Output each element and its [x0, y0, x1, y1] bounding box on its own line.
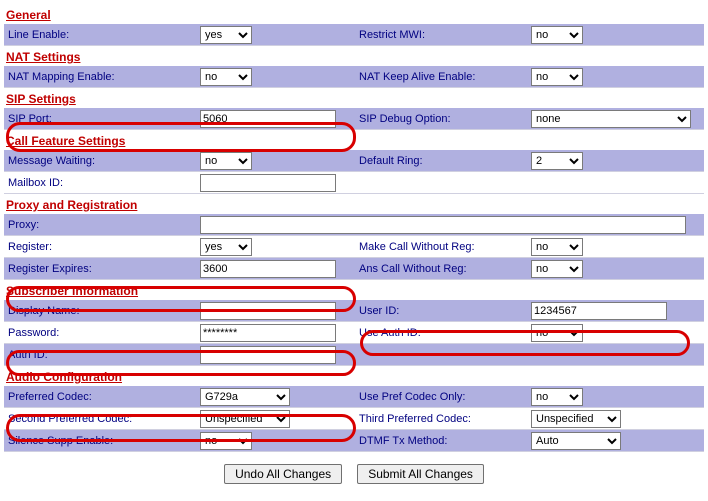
input-user-id[interactable] [531, 302, 667, 320]
label-use-pref-only: Use Pref Codec Only: [355, 391, 531, 403]
section-sip: SIP Settings [4, 88, 704, 108]
input-password[interactable] [200, 324, 336, 342]
select-second-codec[interactable]: Unspecified [200, 410, 290, 428]
label-second-codec: Second Preferred Codec: [4, 413, 200, 425]
row-nat-mapping: NAT Mapping Enable: no NAT Keep Alive En… [4, 66, 704, 88]
input-auth-id[interactable] [200, 346, 336, 364]
select-nat-keepalive[interactable]: no [531, 68, 583, 86]
label-line-enable: Line Enable: [4, 29, 200, 41]
row-sip-port: SIP Port: SIP Debug Option: none [4, 108, 704, 130]
undo-button[interactable]: Undo All Changes [224, 464, 342, 484]
select-third-codec[interactable]: Unspecified [531, 410, 621, 428]
row-auth-id: Auth ID: [4, 344, 704, 366]
row-password: Password: Use Auth ID: no [4, 322, 704, 344]
row-mailbox-id: Mailbox ID: [4, 172, 704, 194]
select-use-auth-id[interactable]: no [531, 324, 583, 342]
select-ans-call-noreg[interactable]: no [531, 260, 583, 278]
label-register: Register: [4, 241, 200, 253]
select-use-pref-only[interactable]: no [531, 388, 583, 406]
label-display-name: Display Name: [4, 305, 200, 317]
section-proxy: Proxy and Registration [4, 194, 704, 214]
row-display-name: Display Name: User ID: [4, 300, 704, 322]
row-register-expires: Register Expires: Ans Call Without Reg: … [4, 258, 704, 280]
select-preferred-codec[interactable]: G729a [200, 388, 290, 406]
label-nat-keepalive: NAT Keep Alive Enable: [355, 71, 531, 83]
label-mailbox-id: Mailbox ID: [4, 177, 200, 189]
label-user-id: User ID: [355, 305, 531, 317]
select-sip-debug[interactable]: none [531, 110, 691, 128]
row-message-waiting: Message Waiting: no Default Ring: 2 [4, 150, 704, 172]
section-call-feature: Call Feature Settings [4, 130, 704, 150]
label-use-auth-id: Use Auth ID: [355, 327, 531, 339]
select-nat-mapping[interactable]: no [200, 68, 252, 86]
input-register-expires[interactable] [200, 260, 336, 278]
row-silence-supp: Silence Supp Enable: no DTMF Tx Method: … [4, 430, 704, 452]
row-second-codec: Second Preferred Codec: Unspecified Thir… [4, 408, 704, 430]
section-general: General [4, 4, 704, 24]
row-proxy: Proxy: [4, 214, 704, 236]
select-restrict-mwi[interactable]: no [531, 26, 583, 44]
label-make-call-noreg: Make Call Without Reg: [355, 241, 531, 253]
section-subscriber: Subscriber Information [4, 280, 704, 300]
label-preferred-codec: Preferred Codec: [4, 391, 200, 403]
label-message-waiting: Message Waiting: [4, 155, 200, 167]
select-silence-supp[interactable]: no [200, 432, 252, 450]
select-line-enable[interactable]: yes [200, 26, 252, 44]
submit-button[interactable]: Submit All Changes [357, 464, 484, 484]
select-message-waiting[interactable]: no [200, 152, 252, 170]
label-sip-port: SIP Port: [4, 113, 200, 125]
section-nat: NAT Settings [4, 46, 704, 66]
label-register-expires: Register Expires: [4, 263, 200, 275]
row-preferred-codec: Preferred Codec: G729a Use Pref Codec On… [4, 386, 704, 408]
label-third-codec: Third Preferred Codec: [355, 413, 531, 425]
label-password: Password: [4, 327, 200, 339]
label-default-ring: Default Ring: [355, 155, 531, 167]
section-audio: Audio Configuration [4, 366, 704, 386]
select-register[interactable]: yes [200, 238, 252, 256]
button-row: Undo All Changes Submit All Changes [4, 452, 704, 484]
label-nat-mapping: NAT Mapping Enable: [4, 71, 200, 83]
input-mailbox-id[interactable] [200, 174, 336, 192]
row-register: Register: yes Make Call Without Reg: no [4, 236, 704, 258]
label-dtmf-method: DTMF Tx Method: [355, 435, 531, 447]
label-restrict-mwi: Restrict MWI: [355, 29, 531, 41]
row-line-enable: Line Enable: yes Restrict MWI: no [4, 24, 704, 46]
input-proxy[interactable] [200, 216, 686, 234]
label-silence-supp: Silence Supp Enable: [4, 435, 200, 447]
select-default-ring[interactable]: 2 [531, 152, 583, 170]
input-sip-port[interactable] [200, 110, 336, 128]
label-sip-debug: SIP Debug Option: [355, 113, 531, 125]
select-make-call-noreg[interactable]: no [531, 238, 583, 256]
label-proxy: Proxy: [4, 219, 200, 231]
label-auth-id: Auth ID: [4, 349, 200, 361]
label-ans-call-noreg: Ans Call Without Reg: [355, 263, 531, 275]
select-dtmf-method[interactable]: Auto [531, 432, 621, 450]
input-display-name[interactable] [200, 302, 336, 320]
